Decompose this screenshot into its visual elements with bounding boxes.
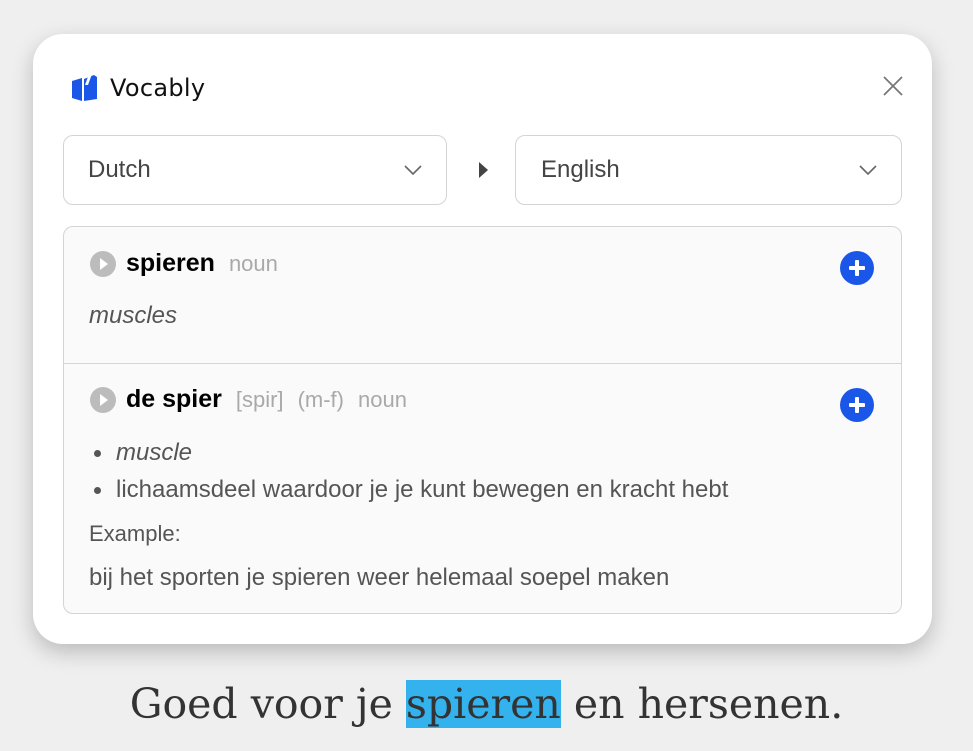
entry-headline: de spier [spir] (m-f) noun (90, 385, 421, 414)
add-card-button[interactable] (840, 251, 874, 285)
play-icon[interactable] (90, 386, 116, 413)
entry-transcription: [spir] (235, 386, 284, 412)
entry-gender: (m-f) (297, 386, 344, 412)
list-item: muscle (94, 434, 728, 471)
vocably-popup: Vocably Dutch English spieren noun muscl… (33, 34, 932, 644)
popup-header: Vocably (69, 72, 205, 104)
page-sentence: Goed voor je spieren en hersenen. (0, 680, 973, 728)
definition-list: muscle lichaamsdeel waardoor je je kunt … (94, 434, 728, 508)
list-item: lichaamsdeel waardoor je je kunt bewegen… (94, 471, 728, 508)
part-of-speech: noun (228, 250, 278, 276)
target-language-value: English (541, 156, 620, 183)
close-icon[interactable] (882, 75, 904, 97)
vocably-logo-icon (72, 74, 97, 101)
selected-word[interactable]: spieren (405, 680, 561, 728)
result-entry: de spier [spir] (m-f) noun muscle lichaa… (64, 364, 901, 613)
chevron-down-icon (859, 165, 877, 176)
add-card-button[interactable] (840, 388, 874, 422)
example-label: Example: (89, 521, 181, 546)
entry-word: de spier (126, 385, 222, 413)
target-language-select[interactable]: English (515, 135, 902, 205)
sentence-text-after: en hersenen. (560, 680, 844, 728)
example-sentence: bij het sporten je spieren weer helemaal… (89, 564, 670, 591)
entry-word: spieren (126, 249, 215, 277)
result-entry: spieren noun muscles (64, 227, 901, 364)
app-name: Vocably (110, 74, 206, 102)
part-of-speech: noun (357, 386, 407, 412)
sentence-text-before: Goed voor je (129, 680, 406, 728)
chevron-down-icon (404, 165, 422, 176)
entry-translation: muscles (89, 302, 178, 329)
play-icon[interactable] (90, 250, 116, 277)
translation-results: spieren noun muscles de spier [spir] (m-… (63, 226, 902, 614)
source-language-value: Dutch (88, 156, 151, 183)
arrow-right-icon (479, 162, 488, 178)
entry-headline: spieren noun (90, 249, 292, 278)
source-language-select[interactable]: Dutch (63, 135, 447, 205)
